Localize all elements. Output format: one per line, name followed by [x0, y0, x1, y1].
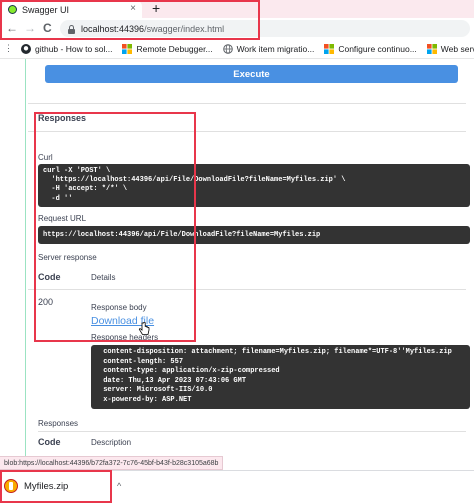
- header-line: content-type: application/x-zip-compress…: [99, 367, 280, 375]
- code-column-header: Code: [38, 272, 61, 282]
- swagger-favicon-icon: [8, 5, 17, 14]
- curl-code-block[interactable]: curl -X 'POST' \ 'https://localhost:4439…: [38, 164, 470, 207]
- bookmark-remote-debugger[interactable]: Remote Debugger...: [122, 43, 213, 54]
- address-bar-row: ← → C localhost:44396/swagger/index.html: [0, 18, 474, 39]
- swagger-page: Execute Responses Curl curl -X 'POST' \ …: [0, 59, 474, 456]
- bookmark-label: github - How to sol...: [35, 43, 113, 54]
- response-headers-label: Response headers: [91, 333, 159, 342]
- header-line: content-disposition: attachment; filenam…: [99, 348, 452, 356]
- forward-arrow-icon[interactable]: →: [24, 21, 36, 35]
- bookmark-label: Remote Debugger...: [136, 43, 213, 54]
- reload-icon[interactable]: C: [43, 21, 52, 35]
- header-line: date: Thu,13 Apr 2023 07:43:06 GMT: [99, 376, 247, 385]
- server-response-label: Server response: [38, 253, 97, 262]
- header-line: content-length: 557: [99, 357, 184, 366]
- curl-line: -H 'accept: */*' \: [43, 185, 128, 194]
- responses-title: Responses: [38, 113, 87, 123]
- chevron-up-icon[interactable]: ^: [117, 481, 121, 491]
- code-column-header-2: Code: [38, 437, 61, 447]
- curl-label: Curl: [38, 153, 53, 162]
- responses-subtitle: Responses: [38, 419, 79, 428]
- tab-title: Swagger UI: [22, 4, 70, 15]
- response-headers-block[interactable]: content-disposition: attachment; filenam…: [91, 345, 470, 409]
- divider: [28, 103, 466, 104]
- bookmark-work-item-migration[interactable]: Work item migratio...: [222, 43, 315, 54]
- header-line: server: Microsoft-IIS/10.0: [99, 386, 213, 394]
- github-icon: [21, 43, 31, 54]
- bookmark-label: Configure continuo...: [338, 43, 417, 54]
- tab-strip: Swagger UI × +: [0, 0, 474, 18]
- url-path: /swagger/index.html: [144, 23, 225, 34]
- close-tab-icon[interactable]: ×: [130, 3, 136, 14]
- bookmark-label: Work item migratio...: [236, 43, 315, 54]
- bookmark-github[interactable]: github - How to sol...: [21, 43, 113, 54]
- apps-grid-icon[interactable]: ⋮: [4, 43, 13, 54]
- zip-file-icon: [4, 479, 18, 493]
- status-url-tooltip: blob:https://localhost:44396/b72fa372-7c…: [0, 456, 224, 470]
- curl-line: curl -X 'POST' \: [43, 167, 111, 175]
- browser-tab-swagger[interactable]: Swagger UI ×: [2, 1, 142, 18]
- windows-icon: [324, 43, 335, 54]
- status-code: 200: [38, 297, 54, 307]
- bookmark-label: Web service error c...: [440, 43, 474, 54]
- bookmarks-bar: ⋮ github - How to sol... Remote Debugger…: [0, 39, 474, 59]
- divider: [28, 131, 466, 132]
- request-url-label: Request URL: [38, 214, 87, 223]
- bookmark-web-service-error[interactable]: Web service error c...: [426, 43, 474, 54]
- windows-icon: [122, 43, 133, 54]
- curl-line: -d '': [43, 194, 73, 203]
- bookmark-configure-continuous[interactable]: Configure continuo...: [324, 43, 417, 54]
- lock-icon[interactable]: [68, 24, 75, 34]
- divider: [38, 431, 466, 432]
- curl-line: 'https://localhost:44396/api/File/Downlo…: [43, 176, 346, 185]
- response-body-label: Response body: [91, 303, 147, 312]
- details-column-header: Details: [91, 273, 116, 282]
- globe-icon: [222, 43, 233, 54]
- url-host: localhost:44396: [81, 23, 145, 34]
- back-arrow-icon[interactable]: ←: [6, 21, 18, 35]
- download-item-myfiles[interactable]: Myfiles.zip: [4, 479, 68, 493]
- description-column-header: Description: [91, 438, 132, 447]
- divider: [28, 289, 466, 290]
- url-input[interactable]: localhost:44396/swagger/index.html: [60, 20, 470, 37]
- download-file-name: Myfiles.zip: [24, 480, 69, 492]
- request-url-block[interactable]: https://localhost:44396/api/File/Downloa…: [38, 226, 470, 244]
- execute-button[interactable]: Execute: [45, 65, 458, 83]
- new-tab-button[interactable]: +: [152, 0, 160, 16]
- header-line: x-powered-by: ASP.NET: [99, 395, 192, 404]
- windows-icon: [426, 43, 437, 54]
- downloads-bar: Myfiles.zip ^: [0, 470, 474, 503]
